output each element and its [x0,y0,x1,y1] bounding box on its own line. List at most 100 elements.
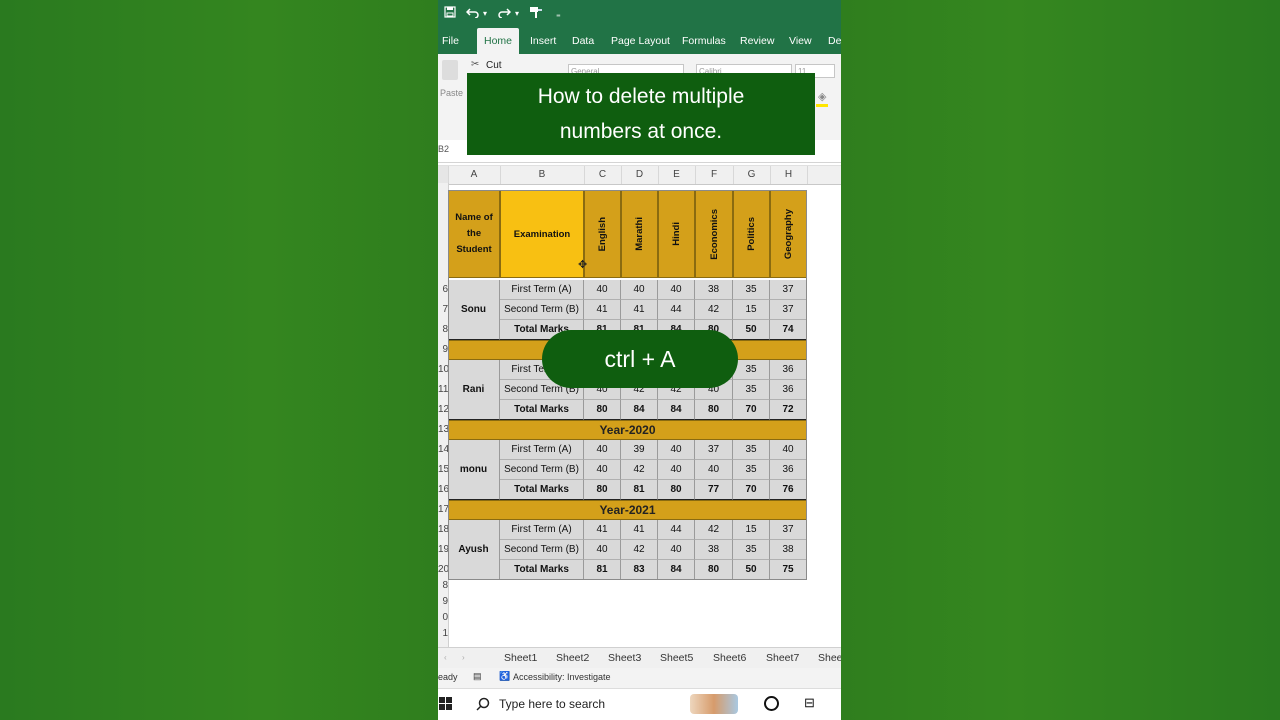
tab-data[interactable]: Data [572,28,594,54]
marks-cell[interactable]: 41 [584,520,621,540]
marks-cell[interactable]: 80 [584,400,621,420]
tab-page-layout[interactable]: Page Layout [611,28,670,54]
marks-cell[interactable]: 40 [658,280,695,300]
tab-formulas[interactable]: Formulas [682,28,726,54]
name-box[interactable]: B2 [438,144,449,154]
marks-cell[interactable]: 40 [584,460,621,480]
search-icon[interactable] [476,697,490,716]
sheet-nav-prev-icon[interactable]: ‹ [444,648,447,668]
marks-cell[interactable]: 38 [695,280,733,300]
marks-cell[interactable]: 80 [695,560,733,580]
student-name-cell[interactable]: Ayush [448,520,500,580]
marks-cell[interactable]: 84 [658,400,695,420]
marks-cell[interactable]: 15 [733,520,770,540]
row-number[interactable]: 15 [438,464,449,475]
marks-cell[interactable]: 83 [621,560,658,580]
row-number[interactable]: 0 [438,612,448,623]
exam-type-cell[interactable]: Second Term (B) [500,300,584,320]
row-number[interactable]: 20 [438,564,449,575]
exam-type-cell[interactable]: Total Marks [500,480,584,500]
marks-cell[interactable]: 40 [658,540,695,560]
marks-cell[interactable]: 76 [770,480,807,500]
column-header-e[interactable]: E [658,166,696,184]
row-number[interactable]: 6 [438,284,448,295]
row-number[interactable]: 17 [438,504,449,515]
row-number[interactable]: 8 [438,324,448,335]
marks-cell[interactable]: 77 [695,480,733,500]
marks-cell[interactable]: 42 [621,540,658,560]
marks-cell[interactable]: 44 [658,520,695,540]
marks-cell[interactable]: 80 [584,480,621,500]
row-number[interactable]: 1 [438,628,448,639]
marks-cell[interactable]: 80 [695,400,733,420]
sheet-tab-8[interactable]: Shee [818,648,841,668]
marks-cell[interactable]: 35 [733,440,770,460]
marks-cell[interactable]: 81 [584,560,621,580]
column-header-b[interactable]: B [500,166,585,184]
customize-qat-icon[interactable]: ₌ [556,6,561,22]
marks-cell[interactable]: 75 [770,560,807,580]
marks-cell[interactable]: 35 [733,460,770,480]
exam-type-cell[interactable]: Second Term (B) [500,460,584,480]
marks-cell[interactable]: 80 [658,480,695,500]
taskbar-search-input[interactable]: Type here to search [499,697,605,711]
marks-cell[interactable]: 40 [584,280,621,300]
search-highlight-icon[interactable] [690,694,738,714]
sheet-tab-6[interactable]: Sheet6 [713,648,746,668]
accessibility-icon[interactable]: ♿ [499,671,510,682]
marks-cell[interactable]: 40 [770,440,807,460]
marks-cell[interactable]: 70 [733,400,770,420]
scissors-icon[interactable]: ✂ [471,59,479,70]
student-name-cell[interactable]: monu [448,440,500,500]
marks-cell[interactable]: 37 [695,440,733,460]
marks-cell[interactable]: 42 [695,520,733,540]
row-number[interactable]: 19 [438,544,449,555]
tab-view[interactable]: View [789,28,812,54]
undo-dropdown-icon[interactable]: ▾ [483,6,487,22]
marks-cell[interactable]: 35 [733,540,770,560]
windows-start-icon[interactable] [439,697,453,716]
sheet-nav-next-icon[interactable]: › [462,648,465,668]
marks-cell[interactable]: 40 [584,540,621,560]
marks-cell[interactable]: 15 [733,300,770,320]
redo-icon[interactable] [497,6,512,22]
marks-cell[interactable]: 81 [621,480,658,500]
format-painter-icon[interactable] [529,6,543,22]
column-header-c[interactable]: C [584,166,622,184]
sheet-tab-5[interactable]: Sheet5 [660,648,693,668]
row-number[interactable]: 11 [438,384,448,395]
marks-cell[interactable]: 39 [621,440,658,460]
task-view-icon[interactable]: ⊟ [804,695,815,711]
year-banner[interactable]: Year-2020 [448,420,807,440]
marks-cell[interactable]: 38 [770,540,807,560]
marks-cell[interactable]: 37 [770,300,807,320]
marks-cell[interactable]: 37 [770,280,807,300]
exam-type-cell[interactable]: Total Marks [500,560,584,580]
row-number[interactable]: 7 [438,304,448,315]
tab-insert[interactable]: Insert [530,28,556,54]
exam-type-cell[interactable]: First Term (A) [500,280,584,300]
marks-cell[interactable]: 37 [770,520,807,540]
marks-cell[interactable]: 41 [621,520,658,540]
marks-cell[interactable]: 84 [658,560,695,580]
year-banner[interactable]: Year-2021 [448,500,807,520]
marks-cell[interactable]: 40 [658,460,695,480]
accessibility-status[interactable]: Accessibility: Investigate [513,672,611,682]
column-header-f[interactable]: F [695,166,734,184]
column-header-h[interactable]: H [770,166,808,184]
tab-developer[interactable]: De [828,28,841,54]
row-number[interactable]: 18 [438,524,449,535]
row-number[interactable]: 8 [438,580,448,591]
marks-cell[interactable]: 42 [621,460,658,480]
exam-type-cell[interactable]: First Term (A) [500,520,584,540]
student-name-cell[interactable]: Rani [448,360,500,420]
marks-cell[interactable]: 74 [770,320,807,340]
marks-cell[interactable]: 70 [733,480,770,500]
exam-type-cell[interactable]: Second Term (B) [500,540,584,560]
marks-cell[interactable]: 41 [584,300,621,320]
save-icon[interactable] [444,6,456,22]
sheet-tab-2[interactable]: Sheet2 [556,648,589,668]
exam-type-cell[interactable]: Total Marks [500,400,584,420]
marks-cell[interactable]: 72 [770,400,807,420]
row-number[interactable]: 10 [438,364,449,375]
